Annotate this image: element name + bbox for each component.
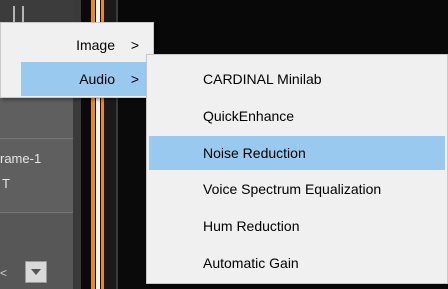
- panel-divider: [0, 138, 73, 139]
- submenu-arrow-icon: >: [130, 37, 139, 53]
- submenu-item-label: Hum Reduction: [203, 218, 300, 234]
- preview-area: [118, 0, 448, 50]
- combo-text: <: [0, 266, 8, 280]
- menu-item-label: Image: [76, 37, 115, 53]
- left-toolbar: [0, 0, 73, 24]
- submenu-item-label: Voice Spectrum Equalization: [203, 181, 382, 197]
- submenu-item-hum-reduction[interactable]: Hum Reduction: [147, 209, 447, 243]
- submenu-item-automatic-gain[interactable]: Automatic Gain: [147, 246, 447, 280]
- menu-item-image[interactable]: Image >: [1, 28, 153, 62]
- submenu-item-label: CARDINAL Minilab: [203, 71, 322, 87]
- menu-item-audio[interactable]: Audio >: [21, 62, 153, 96]
- submenu-item-quickenhance[interactable]: QuickEnhance: [147, 99, 447, 133]
- submenu-item-cardinal-minilab[interactable]: CARDINAL Minilab: [147, 62, 447, 96]
- frame-name-label: rame-1: [0, 151, 42, 166]
- submenu-arrow-icon: >: [130, 71, 139, 87]
- frame-type-label: T: [2, 176, 10, 191]
- submenu-item-label: Automatic Gain: [203, 255, 299, 271]
- combo-dropdown-button[interactable]: [25, 261, 47, 283]
- submenu-item-label: Noise Reduction: [203, 145, 306, 161]
- submenu-item-noise-reduction[interactable]: Noise Reduction: [149, 136, 445, 170]
- menu-item-label: Audio: [79, 71, 115, 87]
- submenu-item-label: QuickEnhance: [203, 108, 295, 124]
- context-menu: Image > Audio >: [0, 22, 154, 98]
- audio-submenu: CARDINAL Minilab QuickEnhance Noise Redu…: [146, 54, 448, 284]
- submenu-item-voice-spectrum-equalization[interactable]: Voice Spectrum Equalization: [147, 172, 447, 206]
